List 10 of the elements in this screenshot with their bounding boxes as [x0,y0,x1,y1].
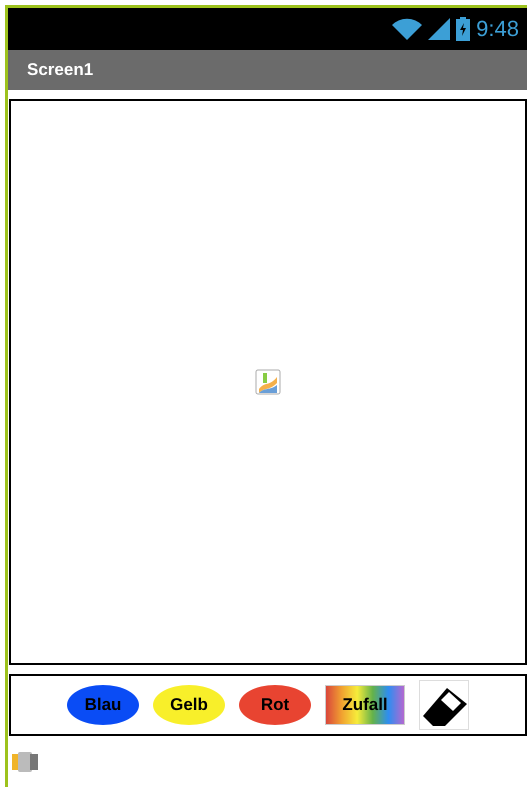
screen-title: Screen1 [27,60,94,80]
eraser-button[interactable] [419,680,469,730]
battery-icon [456,17,470,41]
wifi-icon [392,18,422,40]
signal-icon [428,18,450,40]
canvas-image-icon [255,369,281,395]
color-button[interactable]: Rot [239,685,311,725]
component-icon [12,752,38,772]
clock-time: 9:48 [476,16,519,42]
color-button[interactable]: Gelb [153,685,225,725]
